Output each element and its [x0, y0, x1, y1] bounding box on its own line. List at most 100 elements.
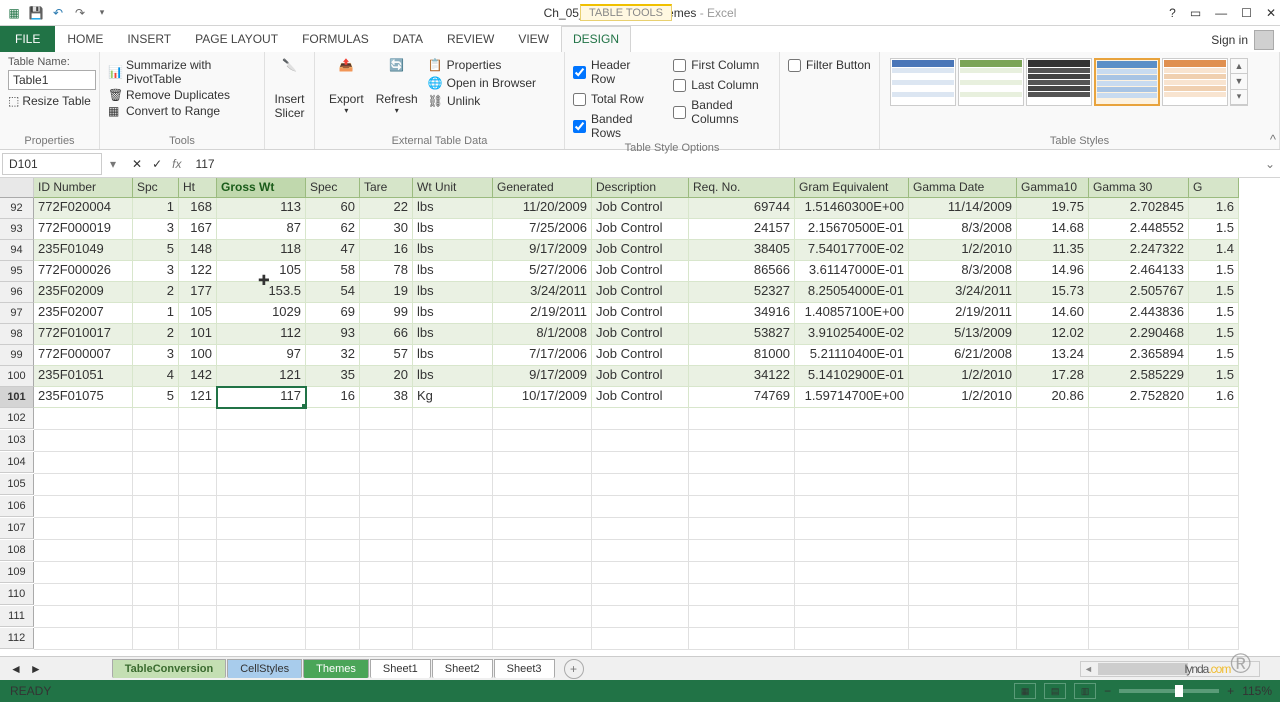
cell[interactable]	[909, 584, 1017, 606]
style-gallery-scroll[interactable]: ▲▼▾	[1230, 58, 1248, 106]
cell[interactable]	[1017, 496, 1089, 518]
cell[interactable]	[179, 452, 217, 474]
column-header[interactable]: Gamma 30	[1089, 178, 1189, 198]
row-header[interactable]: 106	[0, 496, 34, 517]
cell[interactable]: Job Control	[592, 387, 689, 408]
refresh-button[interactable]: 🔄Refresh▾	[370, 56, 424, 118]
cell[interactable]	[1089, 474, 1189, 496]
sheet-tab-cellstyles[interactable]: CellStyles	[227, 659, 302, 678]
cell[interactable]	[217, 584, 306, 606]
cell[interactable]	[1017, 430, 1089, 452]
cell[interactable]: 2.702845	[1089, 198, 1189, 219]
cell[interactable]: 86566	[689, 261, 795, 282]
cell[interactable]	[217, 562, 306, 584]
cell[interactable]: 7.54017700E-02	[795, 240, 909, 261]
row-header[interactable]: 111	[0, 606, 34, 627]
cell[interactable]	[413, 430, 493, 452]
page-layout-view-icon[interactable]: ▤	[1044, 683, 1066, 699]
normal-view-icon[interactable]: ▦	[1014, 683, 1036, 699]
cell[interactable]	[493, 518, 592, 540]
cell[interactable]	[360, 584, 413, 606]
last-column-checkbox[interactable]: Last Column	[673, 78, 771, 92]
cell[interactable]: 97	[217, 345, 306, 366]
cell[interactable]	[909, 496, 1017, 518]
cell[interactable]	[179, 430, 217, 452]
cell[interactable]: 2.505767	[1089, 282, 1189, 303]
cell[interactable]: 17.28	[1017, 366, 1089, 387]
close-icon[interactable]: ✕	[1266, 6, 1276, 20]
cell[interactable]	[34, 408, 133, 430]
formula-bar[interactable]: 117	[189, 154, 1260, 174]
cell[interactable]: 69744	[689, 198, 795, 219]
cell[interactable]: 14.96	[1017, 261, 1089, 282]
table-style-3[interactable]	[1026, 58, 1092, 106]
table-style-4[interactable]	[1094, 58, 1160, 106]
cell[interactable]: 1	[133, 198, 179, 219]
cell[interactable]	[360, 496, 413, 518]
cell[interactable]: 3/24/2011	[909, 282, 1017, 303]
page-break-view-icon[interactable]: ▥	[1074, 683, 1096, 699]
cell[interactable]	[1089, 408, 1189, 430]
zoom-out-icon[interactable]: −	[1104, 684, 1111, 698]
cell[interactable]	[34, 496, 133, 518]
tab-home[interactable]: HOME	[55, 26, 115, 52]
save-icon[interactable]: 💾	[26, 3, 46, 23]
cell[interactable]	[1017, 452, 1089, 474]
summarize-pivot-button[interactable]: 📊Summarize with PivotTable	[108, 58, 256, 86]
cell[interactable]	[306, 496, 360, 518]
undo-icon[interactable]: ↶	[48, 3, 68, 23]
row-header[interactable]: 105	[0, 474, 34, 495]
cell[interactable]: 57	[360, 345, 413, 366]
cell[interactable]: 14.68	[1017, 219, 1089, 240]
cell[interactable]	[413, 584, 493, 606]
cell[interactable]: 52327	[689, 282, 795, 303]
cell[interactable]: 1.4	[1189, 240, 1239, 261]
help-icon[interactable]: ?	[1169, 6, 1176, 20]
cell[interactable]: 14.60	[1017, 303, 1089, 324]
cell[interactable]	[34, 562, 133, 584]
cell[interactable]	[1089, 584, 1189, 606]
cell[interactable]: 105	[179, 303, 217, 324]
cell[interactable]: 122	[179, 261, 217, 282]
sheet-tab-sheet1[interactable]: Sheet1	[370, 659, 431, 678]
cell[interactable]	[795, 628, 909, 650]
cell[interactable]: 2.290468	[1089, 324, 1189, 345]
cell[interactable]: 9/17/2009	[493, 240, 592, 261]
cell[interactable]	[360, 628, 413, 650]
cell[interactable]	[217, 408, 306, 430]
row-header[interactable]: 109	[0, 562, 34, 583]
cell[interactable]: 118	[217, 240, 306, 261]
cell[interactable]	[689, 628, 795, 650]
cell[interactable]	[493, 540, 592, 562]
cell[interactable]	[689, 540, 795, 562]
cell[interactable]: 4	[133, 366, 179, 387]
cell[interactable]	[34, 540, 133, 562]
row-header[interactable]: 112	[0, 628, 34, 649]
cell[interactable]: Job Control	[592, 198, 689, 219]
cell[interactable]	[909, 606, 1017, 628]
cell[interactable]	[592, 430, 689, 452]
tab-formulas[interactable]: FORMULAS	[290, 26, 381, 52]
cell[interactable]	[592, 562, 689, 584]
cell[interactable]	[133, 628, 179, 650]
column-header[interactable]: Spec	[306, 178, 360, 198]
cell[interactable]	[306, 562, 360, 584]
expand-formula-bar-icon[interactable]: ⌄	[1260, 157, 1280, 171]
column-header[interactable]: Wt Unit	[413, 178, 493, 198]
cell[interactable]	[217, 452, 306, 474]
cell[interactable]	[1017, 584, 1089, 606]
column-header[interactable]: Gross Wt	[217, 178, 306, 198]
cell[interactable]	[217, 540, 306, 562]
sheet-nav-prev-icon[interactable]: ◄	[10, 662, 22, 676]
cell[interactable]	[179, 408, 217, 430]
cell[interactable]: 148	[179, 240, 217, 261]
horizontal-scrollbar[interactable]: ◄	[1080, 661, 1260, 677]
cell[interactable]	[689, 518, 795, 540]
cell[interactable]: 2/19/2011	[493, 303, 592, 324]
cell[interactable]	[493, 628, 592, 650]
cell[interactable]: 8/3/2008	[909, 219, 1017, 240]
cell[interactable]: 20	[360, 366, 413, 387]
cell[interactable]	[133, 540, 179, 562]
column-header[interactable]: Tare	[360, 178, 413, 198]
cell[interactable]: 74769	[689, 387, 795, 408]
